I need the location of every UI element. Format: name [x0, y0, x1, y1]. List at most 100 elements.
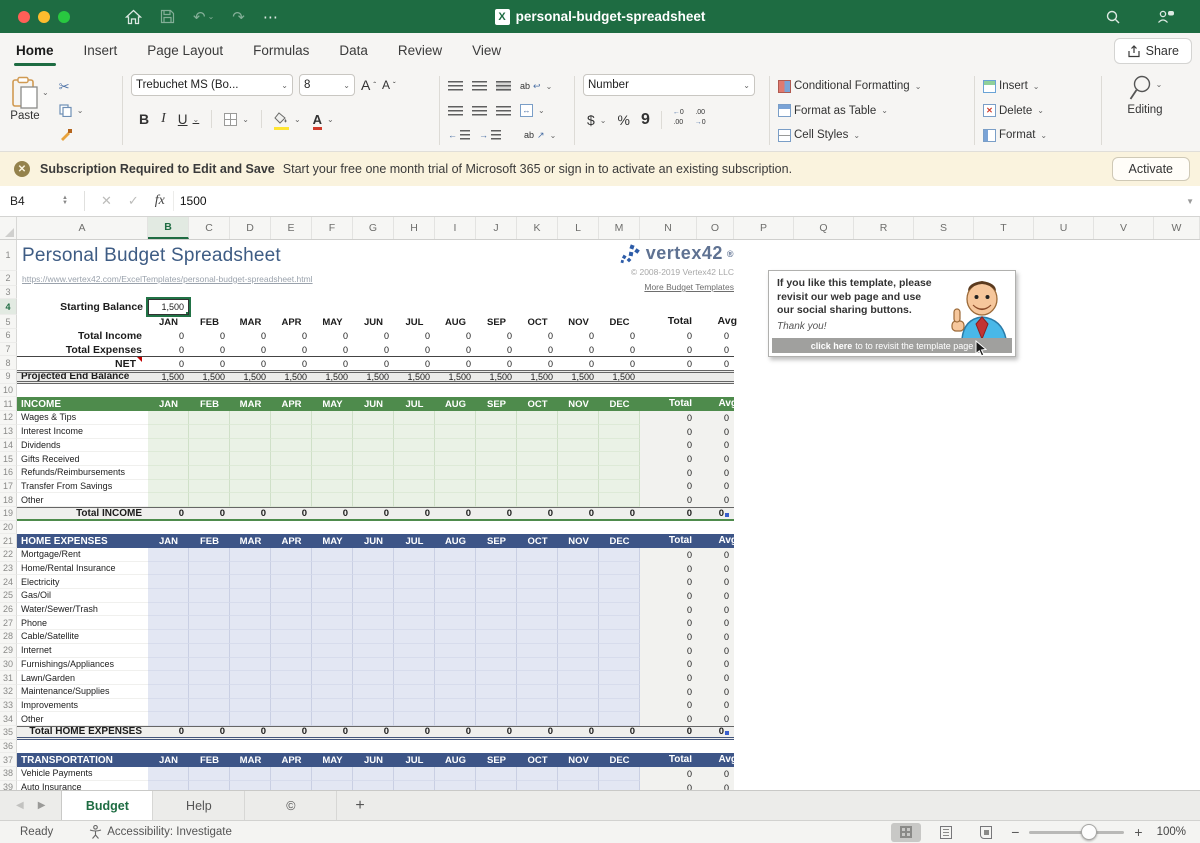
row-filler[interactable]: [734, 740, 1200, 754]
zoom-level[interactable]: 100%: [1157, 826, 1186, 838]
cell[interactable]: Home/Rental Insurance: [17, 562, 148, 576]
column-header-B[interactable]: B: [148, 217, 189, 239]
cell[interactable]: DEC: [599, 753, 640, 767]
cell[interactable]: Total: [640, 534, 697, 546]
cell[interactable]: [189, 685, 230, 699]
cell[interactable]: 0: [271, 356, 312, 370]
cell[interactable]: [476, 699, 517, 713]
zoom-window-button[interactable]: [58, 11, 70, 23]
comma-format-button[interactable]: 9: [641, 109, 650, 131]
row-header-8[interactable]: 8: [0, 356, 17, 370]
row-header-1[interactable]: 1: [0, 240, 17, 271]
cell[interactable]: Refunds/Reimbursements: [17, 466, 148, 480]
cell[interactable]: [312, 411, 353, 425]
cell[interactable]: [271, 767, 312, 781]
cell[interactable]: [148, 548, 189, 562]
cell[interactable]: [230, 781, 271, 790]
cell[interactable]: [476, 767, 517, 781]
row-filler[interactable]: [734, 753, 1200, 767]
cell[interactable]: 0: [697, 603, 734, 617]
cell[interactable]: [148, 671, 189, 685]
section-header-expense[interactable]: TRANSPORTATION: [17, 753, 148, 767]
decrease-indent-button[interactable]: ←: [448, 124, 470, 146]
cell[interactable]: [148, 630, 189, 644]
cell[interactable]: 1,500: [435, 373, 476, 381]
cell[interactable]: Wages & Tips: [17, 411, 148, 425]
delete-cells-button[interactable]: ✕ Delete⌄: [983, 100, 1093, 122]
cell[interactable]: [599, 548, 640, 562]
cell[interactable]: 0: [697, 727, 734, 737]
cell[interactable]: [189, 781, 230, 790]
cell[interactable]: [312, 644, 353, 658]
cell[interactable]: [230, 493, 271, 507]
row-header-13[interactable]: 13: [0, 425, 17, 439]
row-header-39[interactable]: 39: [0, 781, 17, 790]
row-header-23[interactable]: 23: [0, 562, 17, 576]
italic-button[interactable]: I: [161, 108, 166, 130]
cell[interactable]: [394, 767, 435, 781]
cell[interactable]: 0: [394, 727, 435, 737]
cell[interactable]: [230, 589, 271, 603]
cell[interactable]: [271, 658, 312, 672]
cell[interactable]: [599, 603, 640, 617]
cell[interactable]: 1,500: [517, 373, 558, 381]
cell[interactable]: [558, 658, 599, 672]
cell[interactable]: 0: [697, 493, 734, 507]
format-as-table-button[interactable]: Format as Table⌄: [778, 100, 966, 122]
cell[interactable]: 1,500: [271, 373, 312, 381]
cell[interactable]: [517, 480, 558, 494]
cell[interactable]: [435, 712, 476, 726]
cell[interactable]: [517, 411, 558, 425]
cell[interactable]: 0: [640, 411, 697, 425]
cell[interactable]: [312, 685, 353, 699]
cell[interactable]: 0: [394, 343, 435, 357]
cell[interactable]: [148, 439, 189, 453]
cell[interactable]: 0: [558, 343, 599, 357]
increase-font-button[interactable]: Aˆ: [361, 74, 376, 96]
cell[interactable]: JAN: [148, 753, 189, 767]
format-cells-button[interactable]: Format⌄: [983, 124, 1093, 146]
cell[interactable]: [230, 425, 271, 439]
cell[interactable]: [148, 452, 189, 466]
cell[interactable]: [353, 603, 394, 617]
cell[interactable]: [353, 548, 394, 562]
cell[interactable]: Vehicle Payments: [17, 767, 148, 781]
cell[interactable]: 0: [517, 356, 558, 370]
cell[interactable]: [517, 439, 558, 453]
cell[interactable]: [476, 685, 517, 699]
cell[interactable]: [230, 699, 271, 713]
cell[interactable]: 0: [189, 508, 230, 519]
align-center-icon[interactable]: [472, 106, 487, 116]
cell[interactable]: [189, 671, 230, 685]
cell[interactable]: [312, 589, 353, 603]
cell[interactable]: [558, 480, 599, 494]
cell[interactable]: [312, 562, 353, 576]
decrease-font-button[interactable]: Aˇ: [382, 74, 396, 96]
cell[interactable]: [312, 767, 353, 781]
cell[interactable]: [189, 411, 230, 425]
cell[interactable]: Total: [640, 753, 697, 765]
cell[interactable]: [599, 699, 640, 713]
cell[interactable]: [517, 644, 558, 658]
cell[interactable]: JUN: [353, 397, 394, 411]
cell[interactable]: 0: [476, 727, 517, 737]
cell[interactable]: 0: [697, 480, 734, 494]
cell[interactable]: [435, 452, 476, 466]
cell[interactable]: [271, 452, 312, 466]
cell[interactable]: [230, 480, 271, 494]
cell[interactable]: [558, 781, 599, 790]
cell[interactable]: [353, 575, 394, 589]
cell[interactable]: 0: [435, 508, 476, 519]
cell[interactable]: [435, 767, 476, 781]
cell[interactable]: 0: [640, 493, 697, 507]
activate-button[interactable]: Activate: [1112, 157, 1190, 181]
cell[interactable]: [230, 616, 271, 630]
cell[interactable]: 0: [640, 508, 697, 519]
cell[interactable]: 0: [148, 508, 189, 519]
cell-styles-button[interactable]: Cell Styles⌄: [778, 124, 966, 146]
cell[interactable]: APR: [271, 753, 312, 767]
cell[interactable]: [271, 630, 312, 644]
row-header-4[interactable]: 4: [0, 299, 17, 315]
column-header-C[interactable]: C: [189, 217, 230, 239]
cell[interactable]: [435, 630, 476, 644]
